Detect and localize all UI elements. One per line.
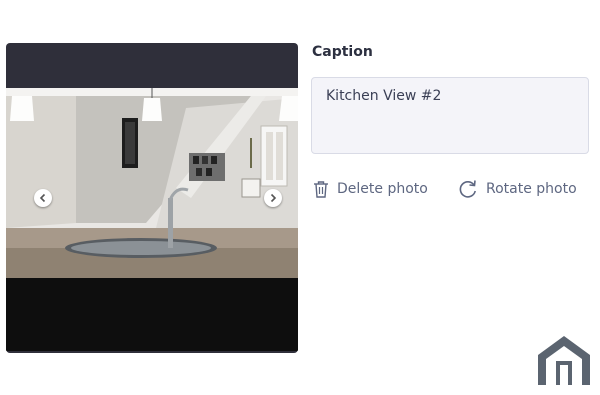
- chevron-left-icon: [39, 193, 46, 203]
- trash-icon: [314, 181, 328, 198]
- delete-photo-label: Delete photo: [337, 181, 428, 197]
- rotate-icon: [459, 180, 476, 198]
- caption-input[interactable]: Kitchen View #2: [311, 77, 589, 154]
- delete-photo-button[interactable]: Delete photo: [313, 178, 428, 200]
- photo-viewer: [6, 43, 298, 353]
- chevron-right-icon: [270, 193, 277, 203]
- previous-photo-button[interactable]: [34, 189, 52, 207]
- rotate-photo-button[interactable]: Rotate photo: [458, 178, 577, 200]
- caption-label: Caption: [312, 44, 373, 60]
- house-logo-icon: [538, 336, 590, 385]
- kitchen-photo: [6, 88, 298, 351]
- rotate-photo-label: Rotate photo: [486, 181, 577, 197]
- next-photo-button[interactable]: [264, 189, 282, 207]
